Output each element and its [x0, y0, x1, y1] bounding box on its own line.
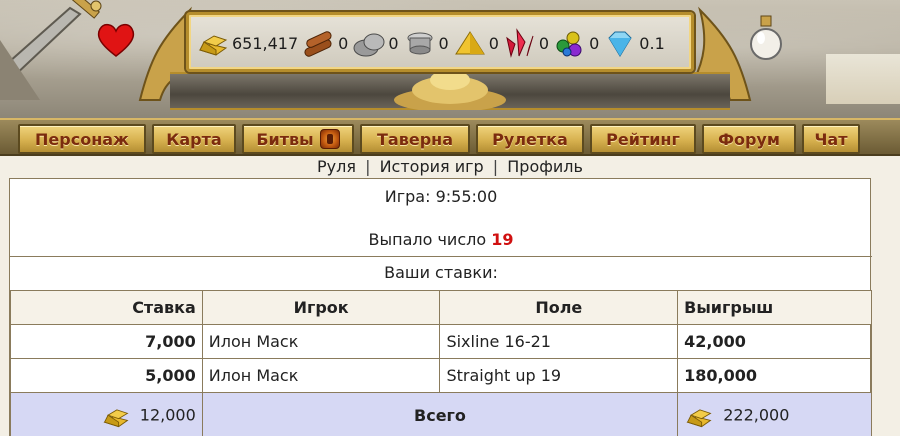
win-amount: 180,000: [677, 358, 872, 393]
diamond-value: 0.1: [639, 33, 665, 53]
total-bet-value: 12,000: [139, 405, 196, 424]
bet-field: Straight up 19: [439, 358, 679, 393]
nav-rating-label: Рейтинг: [606, 129, 680, 149]
header-field: Поле: [439, 290, 679, 325]
link-game-history[interactable]: История игр: [380, 157, 484, 176]
stone-value: 0: [388, 33, 399, 53]
nav-roulette-label: Рулетка: [492, 129, 568, 149]
result-label: Выпало число: [368, 230, 487, 249]
gold-bars-icon: [103, 408, 129, 427]
game-header: 651,417 0 0 0 0 0 0 0.1: [0, 0, 900, 118]
divider: [10, 256, 872, 257]
total-bet-cell: 12,000: [10, 392, 203, 436]
link-profile[interactable]: Профиль: [507, 157, 583, 176]
sword-icon: [0, 0, 102, 100]
table-row: 7,000 Илон Маск Sixline 16-21 42,000: [10, 324, 872, 359]
resource-gems: 0: [553, 28, 599, 58]
nav-forum[interactable]: Форум: [702, 124, 796, 154]
bet-amount: 5,000: [10, 358, 203, 393]
gems-value: 0: [589, 33, 600, 53]
bet-amount: 7,000: [10, 324, 203, 359]
nav-forum-label: Форум: [718, 129, 780, 149]
player-name[interactable]: Илон Маск: [201, 324, 441, 359]
result-line: Выпало число 19: [10, 230, 872, 249]
wood-logs-icon: [304, 31, 332, 57]
bets-table: Ставка Игрок Поле Выигрыш 7,000 Илон Мас…: [10, 290, 872, 436]
resource-sulfur: 0: [453, 28, 499, 58]
nav-chat-label: Чат: [814, 129, 848, 149]
total-row: 12,000 Всего 222,000: [10, 392, 872, 436]
bet-field: Sixline 16-21: [439, 324, 679, 359]
potion-flask-icon[interactable]: [748, 14, 784, 64]
bets-title: Ваши ставки:: [384, 263, 498, 282]
nav-roulette[interactable]: Рулетка: [476, 124, 584, 154]
resource-diamond: 0.1: [603, 28, 665, 58]
nav-character-label: Персонаж: [35, 129, 129, 149]
gold-value: 651,417: [232, 33, 299, 53]
total-win-value: 222,000: [723, 405, 790, 424]
header-player: Игрок: [201, 290, 441, 325]
nav-chat[interactable]: Чат: [802, 124, 860, 154]
total-win-cell: 222,000: [677, 392, 872, 436]
win-amount: 42,000: [677, 324, 872, 359]
nav-character[interactable]: Персонаж: [18, 124, 146, 154]
nav-tavern-label: Таверна: [377, 129, 453, 149]
header-bet: Ставка: [10, 290, 203, 325]
resource-crystals: 0: [503, 28, 549, 58]
resource-stone: 0: [352, 28, 399, 58]
nav-map-label: Карта: [166, 129, 222, 149]
iron-icon: [407, 32, 433, 55]
separator: |: [492, 157, 499, 176]
resource-iron: 0: [403, 28, 449, 58]
wood-value: 0: [338, 33, 349, 53]
nav-map[interactable]: Карта: [152, 124, 236, 154]
castle-ornament: [826, 54, 900, 104]
sulfur-value: 0: [488, 33, 499, 53]
table-row: 5,000 Илон Маск Straight up 19 180,000: [10, 358, 872, 393]
crystals-icon: [506, 28, 534, 58]
separator: |: [365, 157, 371, 176]
diamond-icon: [608, 31, 632, 57]
sulfur-icon: [454, 31, 485, 55]
nav-battles[interactable]: Битвы: [242, 124, 354, 154]
gold-bars-icon: [686, 408, 712, 427]
nav-battles-label: Битвы: [256, 129, 314, 149]
battle-shield-icon: [319, 129, 340, 149]
link-roulette[interactable]: Руля: [317, 157, 356, 176]
nav-tavern[interactable]: Таверна: [360, 124, 470, 154]
main-nav: Персонаж Карта Битвы Таверна Рулетка Рей…: [0, 118, 900, 156]
total-label: Всего: [201, 392, 679, 436]
nav-rating[interactable]: Рейтинг: [590, 124, 696, 154]
resources-bar: 651,417 0 0 0 0 0 0 0.1: [196, 26, 669, 60]
table-header-row: Ставка Игрок Поле Выигрыш: [10, 290, 872, 325]
header-win: Выигрыш: [677, 290, 872, 325]
resource-wood: 0: [302, 28, 348, 58]
player-name[interactable]: Илон Маск: [201, 358, 441, 393]
roulette-sublinks: Руля | История игр | Профиль: [0, 157, 900, 179]
result-number: 19: [491, 230, 514, 249]
game-time: Игра: 9:55:00: [384, 187, 498, 206]
resource-gold: 651,417: [196, 28, 298, 58]
crystals-value: 0: [538, 33, 550, 53]
stone-icon: [353, 33, 385, 57]
gems-icon: [556, 31, 582, 57]
game-result-panel: Игра: 9:55:00 Выпало число 19 Ваши ставк…: [9, 178, 872, 436]
gold-bars-icon: [198, 35, 228, 56]
iron-value: 0: [438, 33, 449, 53]
